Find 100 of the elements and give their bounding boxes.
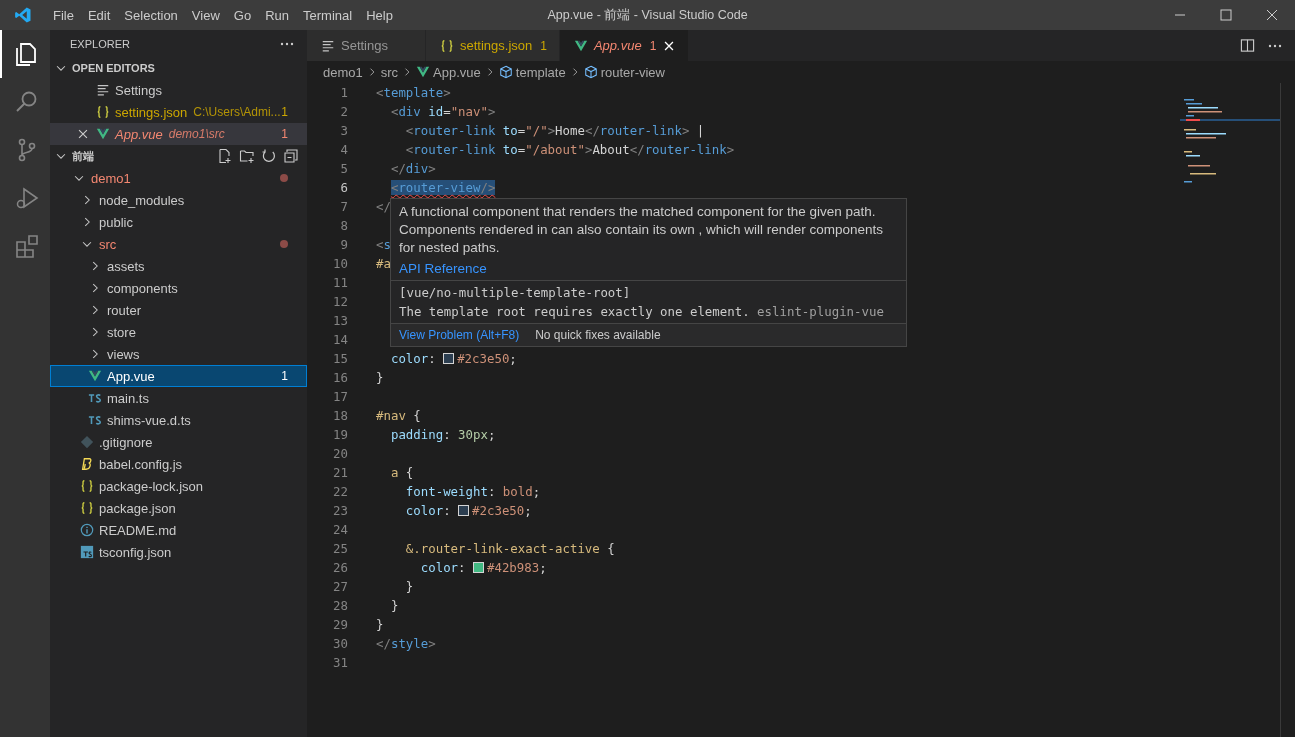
code-line: } xyxy=(376,370,384,385)
tree-item[interactable]: main.ts xyxy=(50,387,307,409)
tree-item[interactable]: router xyxy=(50,299,307,321)
line-number: 28 xyxy=(332,598,348,613)
tree-item[interactable]: assets xyxy=(50,255,307,277)
collapse-all-icon[interactable] xyxy=(283,148,299,164)
line-number: 7 xyxy=(339,199,348,214)
tree-item[interactable]: public xyxy=(50,211,307,233)
view-problem-link[interactable]: View Problem (Alt+F8) xyxy=(399,328,520,342)
typescript-icon xyxy=(88,415,102,425)
typescript-icon xyxy=(88,393,102,403)
line-number: 2 xyxy=(339,104,348,119)
breadcrumb-item[interactable]: router-view xyxy=(600,64,665,80)
rule-name: [vue/no-multiple-template-root] xyxy=(399,284,632,302)
menu-item[interactable]: Selection xyxy=(117,7,185,23)
code-line: #nav { xyxy=(376,408,421,423)
menu-item[interactable]: File xyxy=(46,7,81,23)
line-number: 6 xyxy=(339,180,348,195)
tree-item[interactable]: node_modules xyxy=(50,189,307,211)
tree-item[interactable]: store xyxy=(50,321,307,343)
diamond-icon xyxy=(80,435,94,449)
line-number: 12 xyxy=(332,294,348,309)
split-editor-icon[interactable] xyxy=(1240,38,1255,53)
new-file-icon[interactable] xyxy=(217,148,233,164)
braces-icon xyxy=(80,501,94,515)
breadcrumb-item[interactable]: App.vue xyxy=(433,64,481,80)
tree-item[interactable]: shims-vue.d.ts xyxy=(50,409,307,431)
menu-item[interactable]: Run xyxy=(258,7,296,23)
vue-logo-icon xyxy=(573,38,588,53)
line-number: 11 xyxy=(332,275,348,290)
line-number: 9 xyxy=(339,237,348,252)
tree-item[interactable]: tsconfig.json xyxy=(50,541,307,563)
code-line: <router-link to="/">Home</router-link> | xyxy=(404,123,705,138)
tree-item[interactable]: views xyxy=(50,343,307,365)
code-line: </ xyxy=(376,199,391,214)
code-line: <router-link to="/about">About</router-link> xyxy=(404,142,735,157)
open-editor-item[interactable]: App.vue demo1\src 1 xyxy=(50,123,307,145)
tree-item[interactable]: babel.config.js xyxy=(50,453,307,475)
braces-icon xyxy=(96,105,110,119)
code-line: <s xyxy=(376,237,391,252)
tree-item[interactable]: README.md xyxy=(50,519,307,541)
code-line: padding: 30px; xyxy=(389,427,496,442)
menu-item[interactable]: Help xyxy=(359,7,400,23)
code-line: a { xyxy=(389,465,414,480)
color-swatch[interactable] xyxy=(458,505,470,516)
code-line: <template> xyxy=(376,85,451,100)
menu-item[interactable]: Edit xyxy=(80,7,118,23)
color-swatch[interactable] xyxy=(443,353,455,364)
section-title[interactable]: OPEN EDITORS xyxy=(72,62,155,74)
open-editor-item[interactable]: settings.json C:\Users\Admi...1 xyxy=(50,101,307,123)
lines-icon xyxy=(321,38,335,53)
code-line: color: #42b983; xyxy=(419,560,547,575)
letter-b-icon xyxy=(80,457,94,471)
line-number: 14 xyxy=(332,332,348,347)
typescript-file-icon xyxy=(80,545,94,559)
tree-item[interactable]: App.vue 1 xyxy=(50,365,307,387)
problem-dot-icon xyxy=(280,174,288,182)
breadcrumb-item[interactable]: demo1 xyxy=(323,64,363,80)
code-line: color: #2c3e50; xyxy=(389,351,517,366)
breadcrumb-item[interactable]: template xyxy=(515,64,566,80)
new-folder-icon[interactable] xyxy=(239,148,255,164)
editor-tab[interactable]: App.vue 1 xyxy=(559,30,690,61)
line-number: 13 xyxy=(332,313,348,328)
menu-item[interactable]: Go xyxy=(226,7,259,23)
refresh-icon[interactable] xyxy=(261,148,277,164)
cube-icon xyxy=(498,65,513,79)
line-number: 22 xyxy=(332,484,348,499)
color-swatch[interactable] xyxy=(473,562,484,573)
tree-item[interactable]: .gitignore xyxy=(50,431,307,453)
line-number: 10 xyxy=(332,256,348,271)
lines-icon xyxy=(96,83,110,97)
code-line: <div id="nav"> xyxy=(389,104,496,119)
line-number: 3 xyxy=(339,123,348,138)
problem-source: eslint-plugin-vue xyxy=(757,304,884,319)
api-reference-link[interactable]: API Reference xyxy=(391,257,906,280)
window-title: App.vue - 前端 - Visual Studio Code xyxy=(547,7,748,22)
tree-item[interactable]: package-lock.json xyxy=(50,475,307,497)
problem-message: The template root requires exactly one element. xyxy=(399,304,750,319)
line-number: 31 xyxy=(332,655,348,670)
close-icon[interactable] xyxy=(76,127,90,141)
tree-item[interactable]: src xyxy=(50,233,307,255)
vue-logo-icon xyxy=(88,369,102,383)
line-number: 26 xyxy=(332,560,348,575)
code-line: } xyxy=(389,598,399,613)
vue-logo-icon xyxy=(416,65,431,79)
editor-tab[interactable]: settings.json 1 xyxy=(426,30,560,61)
open-editor-item[interactable]: Settings xyxy=(50,79,307,101)
tree-item[interactable]: demo1 xyxy=(50,167,307,189)
code-line: &.router-link-exact-active { xyxy=(404,541,615,556)
breadcrumb-item[interactable]: src xyxy=(380,64,399,80)
menu-item[interactable]: Terminal xyxy=(296,7,360,23)
line-number: 15 xyxy=(332,351,348,366)
line-number: 23 xyxy=(332,503,348,518)
tree-item[interactable]: components xyxy=(50,277,307,299)
menu-item[interactable]: View xyxy=(184,7,227,23)
problem-dot-icon xyxy=(280,240,288,248)
line-number: 30 xyxy=(332,636,348,651)
tree-item[interactable]: package.json xyxy=(50,497,307,519)
editor-tab[interactable]: Settings xyxy=(307,30,426,61)
section-title[interactable]: 前端 xyxy=(72,148,94,164)
